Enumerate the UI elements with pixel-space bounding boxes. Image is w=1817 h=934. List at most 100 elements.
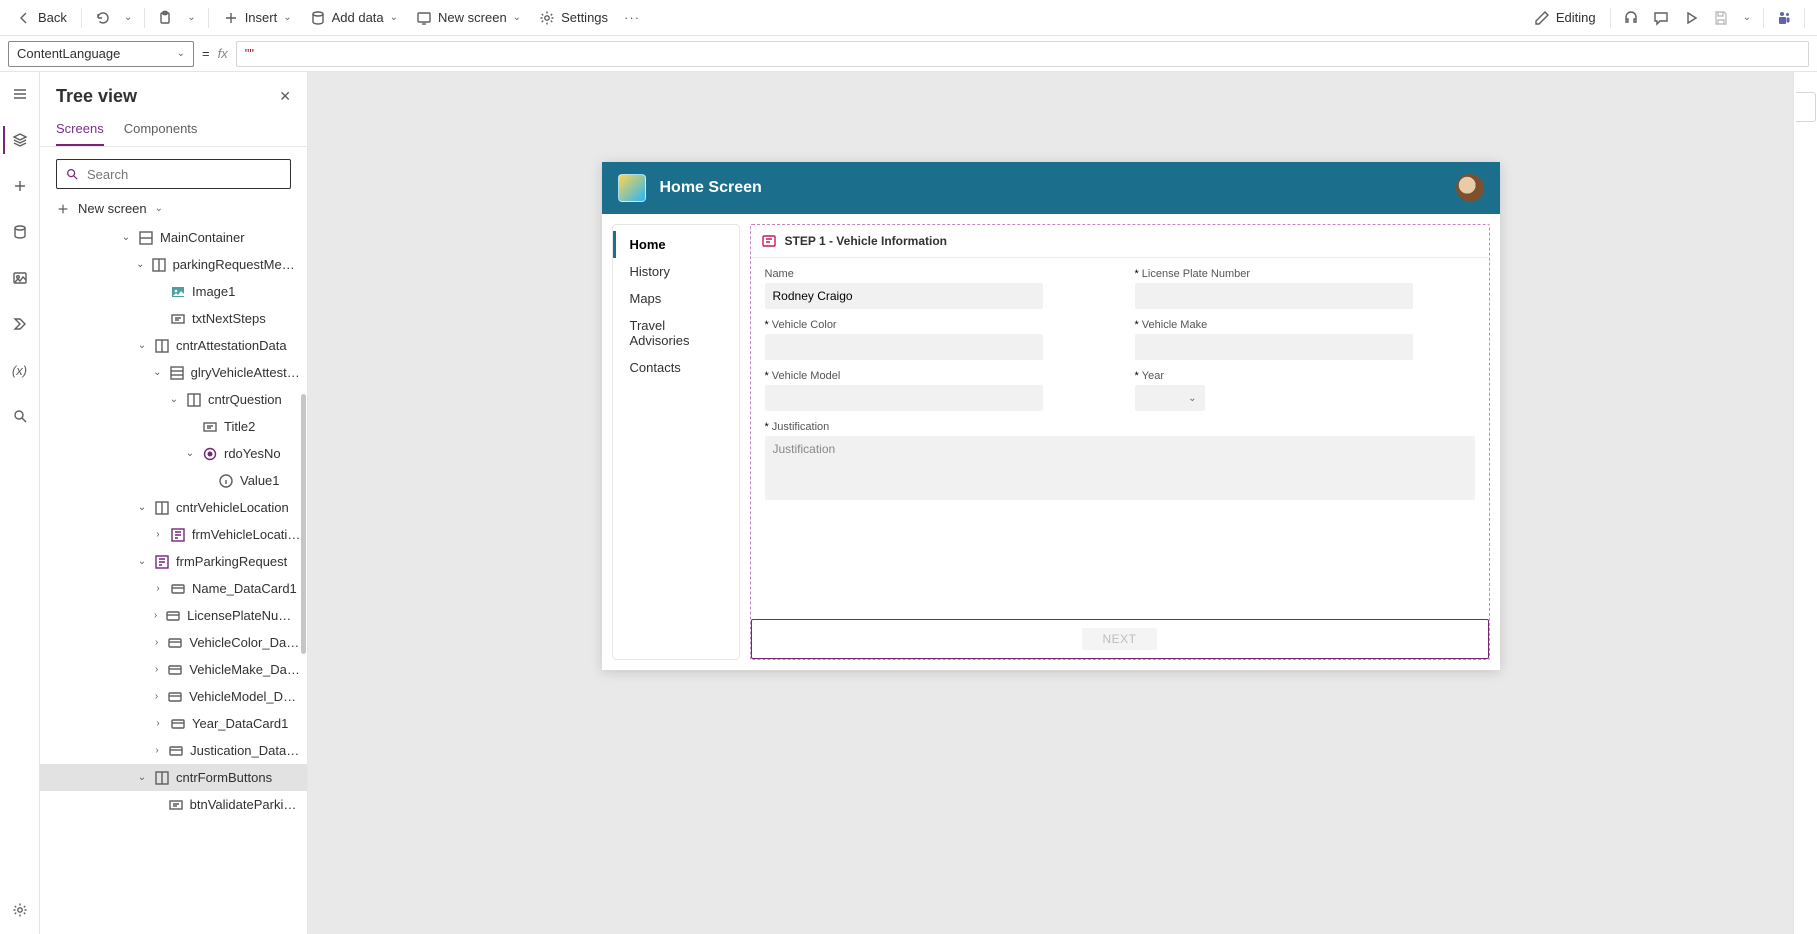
undo-button[interactable] [88, 6, 116, 30]
preview-button[interactable] [1677, 6, 1705, 30]
save-button[interactable] [1707, 6, 1735, 30]
tree-item-Value1[interactable]: Value1 [40, 467, 307, 494]
scrollbar-thumb[interactable] [301, 394, 306, 654]
formula-input[interactable]: "" [236, 41, 1809, 67]
data-pane-button[interactable] [6, 218, 34, 246]
tree-item-glryVehicleAttestation[interactable]: ⌄glryVehicleAttestation [40, 359, 307, 386]
virtual-agent-button[interactable] [1617, 6, 1645, 30]
teams-icon [1776, 10, 1792, 26]
container-h-icon [154, 338, 170, 354]
menu-history[interactable]: History [613, 258, 739, 285]
year-select[interactable]: ⌄ [1135, 385, 1205, 411]
chevron-right-icon[interactable]: › [152, 718, 164, 729]
chevron-down-icon[interactable]: ⌄ [120, 232, 132, 243]
tree-item-cntrQuestion[interactable]: ⌄cntrQuestion [40, 386, 307, 413]
tree-search-input[interactable] [85, 166, 282, 183]
chevron-down-icon: ⌄ [177, 48, 185, 59]
save-chevron[interactable]: ⌄ [1737, 8, 1757, 27]
chevron-right-icon[interactable]: › [152, 529, 164, 540]
properties-panel-collapsed[interactable] [1796, 92, 1816, 122]
plus-icon [223, 10, 239, 26]
share-button[interactable] [1770, 6, 1798, 30]
next-button[interactable]: NEXT [1082, 628, 1156, 650]
tree-item-Year_DataCard1[interactable]: ›Year_DataCard1 [40, 710, 307, 737]
power-automate-button[interactable] [6, 310, 34, 338]
chevron-down-icon[interactable]: ⌄ [136, 259, 145, 270]
menu-home[interactable]: Home [613, 231, 739, 258]
color-input[interactable] [765, 334, 1043, 360]
tree-item-Name_DataCard1[interactable]: ›Name_DataCard1 [40, 575, 307, 602]
chevron-down-icon[interactable]: ⌄ [168, 394, 180, 405]
tree-item-parkingRequestMenuContainer[interactable]: ⌄parkingRequestMenuContainer [40, 251, 307, 278]
field-color: *Vehicle Color [765, 319, 1105, 360]
chevron-down-icon[interactable]: ⌄ [184, 448, 196, 459]
tree-title: Tree view [56, 86, 137, 107]
more-button[interactable]: ··· [618, 6, 646, 29]
chevron-down-icon[interactable]: ⌄ [136, 502, 148, 513]
chevron-right-icon[interactable]: › [152, 610, 159, 621]
tree-item-Image1[interactable]: Image1 [40, 278, 307, 305]
insert-pane-button[interactable] [6, 172, 34, 200]
chevron-right-icon[interactable]: › [152, 745, 162, 756]
tree-item-cntrAttestationData[interactable]: ⌄cntrAttestationData [40, 332, 307, 359]
search-rail-button[interactable] [6, 402, 34, 430]
make-input[interactable] [1135, 334, 1413, 360]
property-selector[interactable]: ContentLanguage ⌄ [8, 41, 194, 67]
tree-item-rdoYesNo[interactable]: ⌄rdoYesNo [40, 440, 307, 467]
tree-item-btnValidateParkingForm[interactable]: btnValidateParkingForm [40, 791, 307, 818]
close-tree-button[interactable]: ✕ [279, 88, 291, 105]
chevron-right-icon[interactable]: › [152, 691, 161, 702]
tree-item-Title2[interactable]: Title2 [40, 413, 307, 440]
user-avatar[interactable] [1456, 174, 1484, 202]
paste-chevron[interactable]: ⌄ [181, 8, 201, 27]
menu-travel[interactable]: Travel Advisories [613, 312, 739, 354]
tree-item-frmVehicleLocation[interactable]: ›frmVehicleLocation [40, 521, 307, 548]
menu-contacts[interactable]: Contacts [613, 354, 739, 381]
tree-item-VehicleModel_DataCard1[interactable]: ›VehicleModel_DataCard1 [40, 683, 307, 710]
search-icon [65, 167, 79, 181]
media-pane-button[interactable] [6, 264, 34, 292]
variables-button[interactable]: (x) [6, 356, 34, 384]
tree-view-button[interactable] [3, 126, 31, 154]
tree-item-cntrFormButtons[interactable]: ⌄cntrFormButtons [40, 764, 307, 791]
name-input[interactable] [765, 283, 1043, 309]
tree-item-cntrVehicleLocation[interactable]: ⌄cntrVehicleLocation [40, 494, 307, 521]
tab-components[interactable]: Components [124, 113, 198, 146]
comments-button[interactable] [1647, 6, 1675, 30]
settings-rail-button[interactable] [6, 896, 34, 924]
tree-item-LicensePlateNumber_DataCard1[interactable]: ›LicensePlateNumber_DataCard1 [40, 602, 307, 629]
justification-input[interactable]: Justification [765, 436, 1475, 500]
model-input[interactable] [765, 385, 1043, 411]
undo-chevron[interactable]: ⌄ [118, 8, 138, 27]
new-screen-button[interactable]: New screen ⌄ [408, 6, 529, 30]
paste-button[interactable] [151, 6, 179, 30]
tree-item-MainContainer[interactable]: ⌄MainContainer [40, 224, 307, 251]
chevron-right-icon[interactable]: › [152, 583, 164, 594]
tree-item-Justication_DataCard1[interactable]: ›Justication_DataCard1 [40, 737, 307, 764]
tree-item-frmParkingRequest[interactable]: ⌄frmParkingRequest [40, 548, 307, 575]
chevron-down-icon: ⌄ [390, 12, 398, 23]
insert-button[interactable]: Insert ⌄ [215, 6, 300, 30]
tree-search[interactable] [56, 159, 291, 189]
chevron-down-icon[interactable]: ⌄ [136, 340, 148, 351]
tree-scrollbar[interactable] [300, 224, 306, 934]
menu-maps[interactable]: Maps [613, 285, 739, 312]
new-screen-tree-button[interactable]: New screen ⌄ [40, 197, 307, 224]
chevron-down-icon[interactable]: ⌄ [136, 772, 148, 783]
side-menu: Home History Maps Travel Advisories Cont… [612, 224, 740, 660]
chevron-down-icon[interactable]: ⌄ [136, 556, 148, 567]
back-button[interactable]: Back [8, 6, 75, 30]
chevron-right-icon[interactable]: › [152, 664, 161, 675]
editing-mode-button[interactable]: Editing [1526, 6, 1604, 30]
form-footer-selected[interactable]: NEXT [751, 619, 1489, 659]
tab-screens[interactable]: Screens [56, 113, 104, 146]
tree-item-VehicleColor_DataCard1[interactable]: ›VehicleColor_DataCard1 [40, 629, 307, 656]
license-input[interactable] [1135, 283, 1413, 309]
chevron-down-icon[interactable]: ⌄ [152, 367, 163, 378]
add-data-button[interactable]: Add data ⌄ [302, 6, 406, 30]
tree-item-txtNextSteps[interactable]: txtNextSteps [40, 305, 307, 332]
tree-item-VehicleMake_DataCard1[interactable]: ›VehicleMake_DataCard1 [40, 656, 307, 683]
settings-button[interactable]: Settings [531, 6, 616, 30]
chevron-right-icon[interactable]: › [152, 637, 161, 648]
hamburger-button[interactable] [6, 80, 34, 108]
